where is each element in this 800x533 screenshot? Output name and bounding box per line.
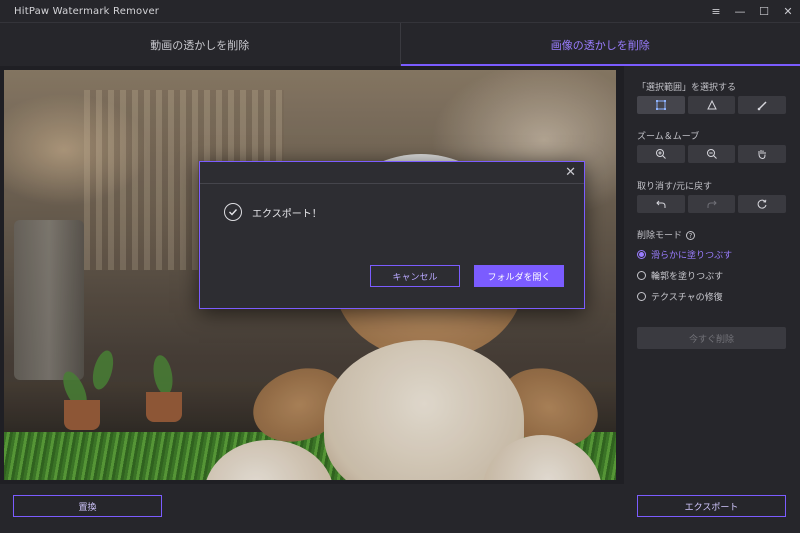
rectangle-select-button[interactable]	[637, 96, 685, 114]
radio-selected-icon	[637, 250, 646, 259]
mode-label-row: 削除モード?	[637, 228, 696, 241]
zoom-out-icon	[706, 149, 717, 159]
mode-option-label: テクスチャの修復	[651, 293, 723, 303]
mode-label: 削除モード	[637, 231, 683, 241]
select-tools	[637, 96, 787, 114]
zoom-tools	[637, 145, 787, 163]
zoom-out-button[interactable]	[687, 145, 736, 163]
open-folder-button[interactable]: フォルダを開く	[474, 265, 564, 287]
radio-icon	[637, 271, 646, 280]
menu-icon[interactable]: ≡	[704, 0, 728, 22]
redo-button[interactable]	[687, 195, 736, 213]
redo-icon	[707, 200, 717, 208]
undo-icon	[656, 200, 666, 208]
polygon-select-button[interactable]	[687, 96, 736, 114]
reset-icon	[757, 199, 767, 209]
mode-option-label: 滑らかに塗りつぶす	[651, 251, 733, 261]
title-bar: HitPaw Watermark Remover ≡ — ☐ ✕	[0, 0, 800, 22]
minimize-icon[interactable]: —	[728, 0, 752, 22]
remove-now-button[interactable]: 今すぐ削除	[637, 327, 786, 349]
tab-video-watermark[interactable]: 動画の透かしを削除	[0, 23, 400, 66]
select-area-label: 「選択範囲」を選択する	[637, 83, 737, 93]
reset-button[interactable]	[738, 195, 787, 213]
check-circle-icon	[224, 203, 242, 221]
mode-option-texture[interactable]: テクスチャの修復	[637, 290, 723, 303]
mode-option-edge[interactable]: 輪郭を塗りつぶす	[637, 269, 723, 282]
undo-tools	[637, 195, 787, 213]
rectangle-select-icon	[655, 100, 666, 110]
polygon-select-icon	[706, 99, 717, 110]
undo-button[interactable]	[637, 195, 685, 213]
zoom-label: ズーム＆ムーブ	[637, 132, 700, 142]
help-icon[interactable]: ?	[686, 231, 696, 240]
hand-icon	[758, 150, 766, 160]
mode-option-label: 輪郭を塗りつぶす	[651, 272, 724, 282]
zoom-in-button[interactable]	[637, 145, 685, 163]
dialog-close-icon[interactable]: ✕	[565, 165, 576, 180]
brush-select-button[interactable]	[738, 96, 787, 114]
export-button[interactable]: エクスポート	[637, 495, 786, 517]
dialog-message: エクスポート！	[252, 208, 322, 220]
tab-image-watermark[interactable]: 画像の透かしを削除	[400, 23, 800, 66]
export-dialog: ✕ エクスポート！ キャンセル フォルダを開く	[199, 161, 585, 309]
mode-tabs: 動画の透かしを削除 画像の透かしを削除	[0, 22, 800, 66]
maximize-icon[interactable]: ☐	[752, 0, 776, 22]
dialog-message-row: エクスポート！	[224, 203, 322, 221]
radio-icon	[637, 292, 646, 301]
dialog-cancel-button[interactable]: キャンセル	[370, 265, 460, 287]
brush-icon	[757, 101, 767, 111]
replace-button[interactable]: 置換	[13, 495, 162, 517]
tool-panel: 「選択範囲」を選択する ズーム＆ムーブ 取り消す/元に戻す 削除モード ? 滑ら…	[624, 66, 800, 484]
close-icon[interactable]: ✕	[776, 0, 800, 22]
bottom-bar: 置換 エクスポート	[0, 484, 800, 533]
dialog-header: ✕	[200, 162, 584, 184]
undo-label: 取り消す/元に戻す	[637, 182, 713, 192]
hand-button[interactable]	[738, 145, 787, 163]
mode-option-smooth[interactable]: 滑らかに塗りつぶす	[637, 248, 732, 261]
zoom-in-icon	[655, 149, 666, 159]
app-title: HitPaw Watermark Remover	[14, 5, 160, 17]
